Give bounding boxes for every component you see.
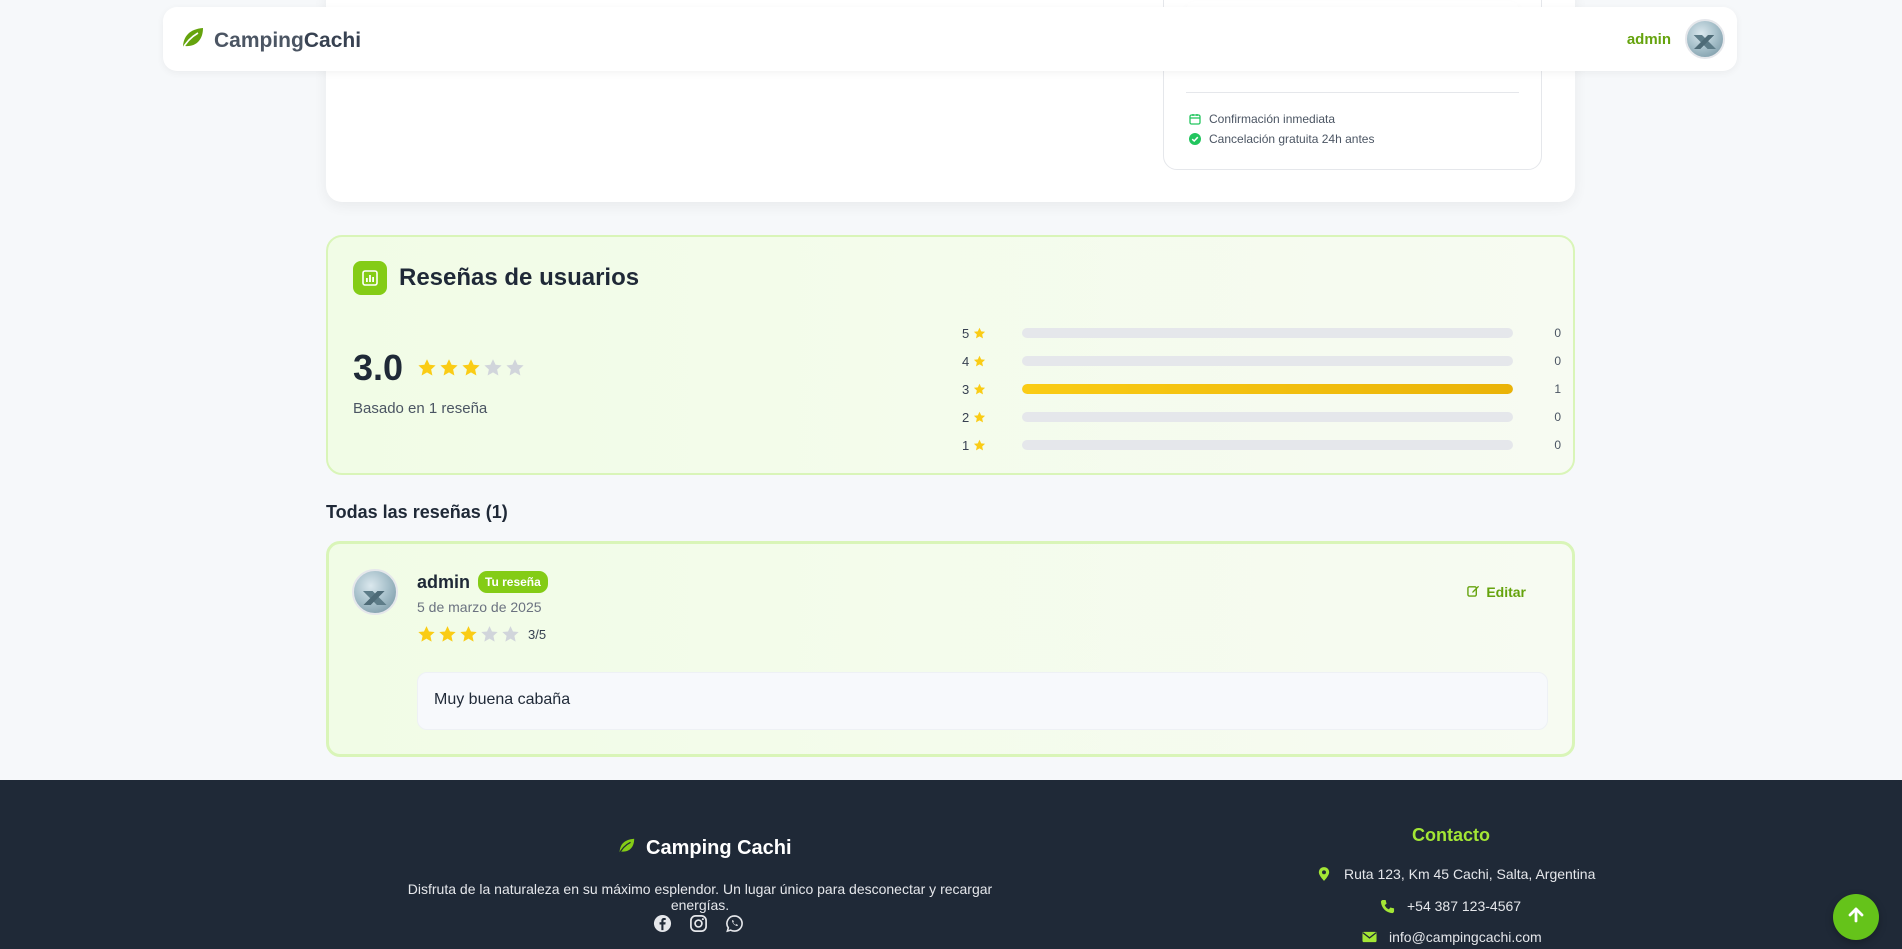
reviews-summary-header: Reseñas de usuarios <box>353 261 639 295</box>
rating-bar-track <box>1022 328 1513 338</box>
all-reviews-title: Todas las reseñas (1) <box>326 502 508 522</box>
star-icon <box>974 355 986 366</box>
footer-tagline: Disfruta de la naturaleza en su máximo e… <box>407 881 993 913</box>
contact-phone-text: +54 387 123-4567 <box>1407 898 1522 914</box>
site-footer: Camping Cachi Disfruta de la naturaleza … <box>0 780 1902 949</box>
review-stars <box>417 625 520 644</box>
brand-name: CampingCachi <box>214 28 362 52</box>
contact-email: info@campingcachi.com <box>1361 929 1542 945</box>
reviewer-name: admin <box>417 571 471 592</box>
review-comment: Muy buena cabaña <box>417 672 1548 730</box>
review-count-text: Basado en 1 reseña <box>353 400 488 417</box>
arrow-up-icon <box>1846 905 1866 930</box>
edit-review-button[interactable]: Editar <box>1467 584 1526 600</box>
footer-brand: Camping Cachi <box>616 836 792 861</box>
edit-review-label: Editar <box>1486 584 1526 600</box>
review-date: 5 de marzo de 2025 <box>417 599 542 615</box>
reviews-summary-title: Reseñas de usuarios <box>399 264 640 291</box>
star-filled-icon <box>418 359 436 376</box>
star-empty-icon <box>502 626 519 642</box>
leaf-icon <box>178 24 206 57</box>
rating-row-label: 5 <box>962 326 992 341</box>
star-icon <box>974 411 986 422</box>
brand-logo-link[interactable]: CampingCachi <box>178 24 361 57</box>
contact-email-text[interactable]: info@campingcachi.com <box>1389 929 1542 945</box>
review-rating: 3/5 <box>417 625 546 644</box>
rating-row-2: 20 <box>962 403 1562 431</box>
star-icon <box>974 383 986 394</box>
average-rating-value: 3.0 <box>353 347 404 388</box>
user-menu[interactable]: admin <box>1627 19 1725 59</box>
rating-count: 0 <box>1554 410 1561 424</box>
star-filled-icon <box>460 626 477 642</box>
instagram-icon[interactable] <box>688 913 708 933</box>
rating-bar-track <box>1022 384 1513 394</box>
star-filled-icon <box>439 626 456 642</box>
rating-row-4: 40 <box>962 347 1562 375</box>
rating-row-5: 50 <box>962 319 1562 347</box>
review-score: 3/5 <box>528 627 547 642</box>
rating-stars-number: 4 <box>962 353 970 369</box>
envelope-icon <box>1361 929 1377 945</box>
rating-distribution: 5040312010 <box>962 319 1562 459</box>
calendar-icon <box>1189 113 1201 125</box>
rating-count: 0 <box>1554 326 1561 340</box>
star-filled-icon <box>440 359 458 376</box>
rating-count: 0 <box>1554 438 1561 452</box>
divider <box>1186 92 1519 93</box>
rating-bar-track <box>1022 440 1513 450</box>
social-links <box>652 913 744 933</box>
facebook-icon[interactable] <box>652 913 672 933</box>
contact-address-text: Ruta 123, Km 45 Cachi, Salta, Argentina <box>1344 866 1596 882</box>
reviewer-header: admin Tu reseña <box>417 571 548 593</box>
contact-address: Ruta 123, Km 45 Cachi, Salta, Argentina <box>1316 866 1595 882</box>
rating-stars-number: 3 <box>962 381 970 397</box>
star-icon <box>974 439 986 450</box>
feature-label: Cancelación gratuita 24h antes <box>1209 132 1375 146</box>
check-circle-icon <box>1189 133 1201 145</box>
rating-row-3: 31 <box>962 375 1562 403</box>
rating-row-label: 3 <box>962 382 992 397</box>
rating-stars-number: 2 <box>962 409 970 425</box>
bar-chart-icon <box>353 261 387 295</box>
edit-icon <box>1467 584 1480 600</box>
rating-stars-number: 1 <box>962 437 970 453</box>
rating-row-1: 10 <box>962 431 1562 459</box>
star-filled-icon <box>462 359 480 376</box>
rating-bar-track <box>1022 412 1513 422</box>
rating-stars-number: 5 <box>962 325 970 341</box>
rating-count: 0 <box>1554 354 1561 368</box>
own-review-badge: Tu reseña <box>478 571 548 593</box>
user-name[interactable]: admin <box>1627 31 1671 48</box>
phone-icon <box>1379 898 1395 914</box>
feature-instant-confirmation: Confirmación inmediata <box>1189 112 1335 126</box>
star-empty-icon <box>506 359 524 376</box>
star-empty-icon <box>481 626 498 642</box>
feature-free-cancellation: Cancelación gratuita 24h antes <box>1189 132 1374 146</box>
review-card: admin Tu reseña 5 de marzo de 2025 3/5 E… <box>326 541 1575 757</box>
average-rating-stars <box>417 358 525 378</box>
avatar[interactable] <box>1685 19 1725 59</box>
rating-bar-track <box>1022 356 1513 366</box>
rating-count: 1 <box>1554 382 1561 396</box>
reviews-summary-card: Reseñas de usuarios 3.0 Basado en 1 rese… <box>326 235 1575 475</box>
star-filled-icon <box>418 626 435 642</box>
map-pin-icon <box>1316 866 1332 882</box>
average-rating: 3.0 <box>353 347 525 389</box>
leaf-icon <box>616 836 636 861</box>
scroll-to-top-button[interactable] <box>1833 894 1879 940</box>
contact-phone: +54 387 123-4567 <box>1379 898 1521 914</box>
star-icon <box>974 327 986 338</box>
feature-label: Confirmación inmediata <box>1209 112 1336 126</box>
whatsapp-icon[interactable] <box>724 913 744 933</box>
top-navbar: CampingCachi admin <box>163 7 1737 71</box>
rating-bar-fill <box>1022 384 1513 394</box>
footer-brand-name: Camping Cachi <box>646 837 792 859</box>
rating-row-label: 1 <box>962 438 992 453</box>
rating-row-label: 2 <box>962 410 992 425</box>
reviewer-avatar <box>352 569 398 615</box>
rating-row-label: 4 <box>962 354 992 369</box>
star-empty-icon <box>484 359 502 376</box>
contact-title: Contacto <box>1412 825 1490 845</box>
